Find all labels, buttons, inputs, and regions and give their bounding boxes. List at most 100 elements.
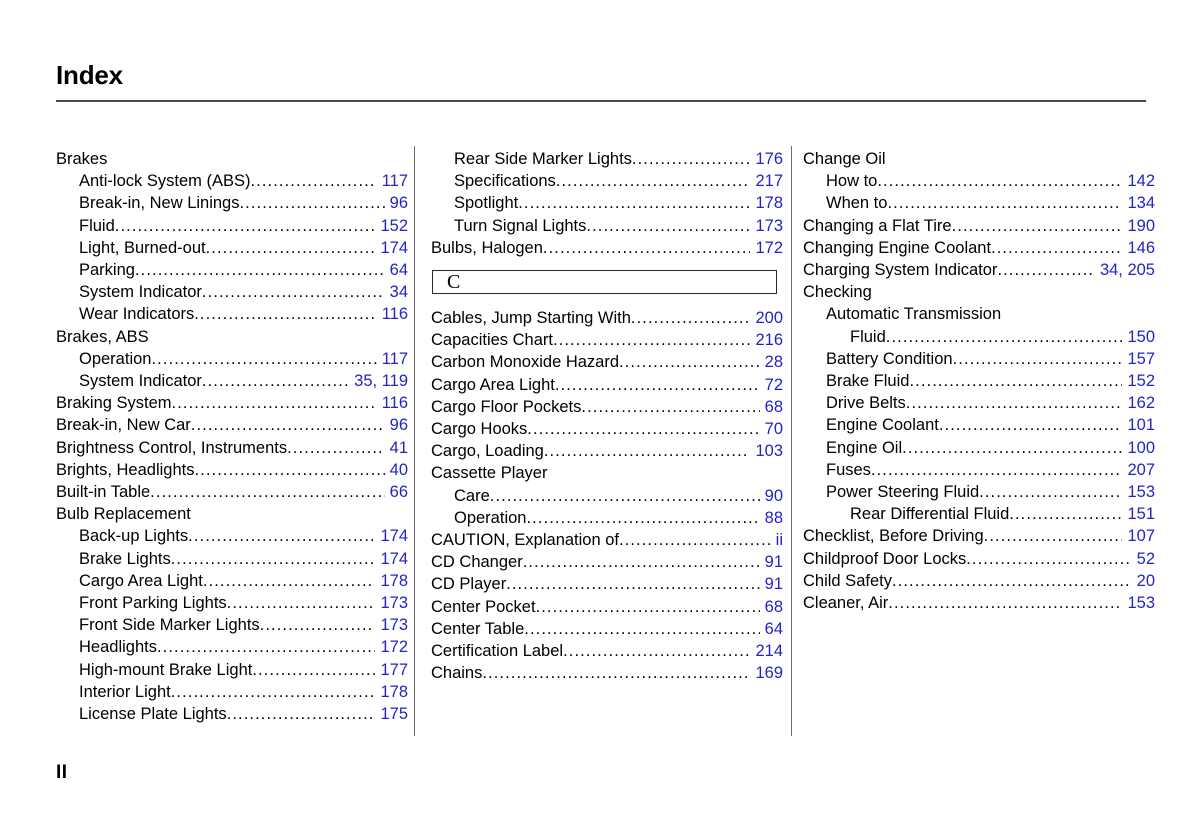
index-entry[interactable]: Childproof Door Locks...................…: [803, 548, 1155, 570]
index-entry[interactable]: Turn Signal Lights......................…: [431, 215, 783, 237]
index-entry-page-number[interactable]: 116: [378, 303, 408, 325]
index-entry-page-number[interactable]: ii: [772, 529, 783, 551]
index-entry-page-number[interactable]: 217: [751, 170, 783, 192]
index-entry[interactable]: Specifications..........................…: [431, 170, 783, 192]
index-entry-page-number[interactable]: 173: [376, 614, 408, 636]
index-entry[interactable]: Headlights..............................…: [56, 636, 408, 658]
index-entry[interactable]: Brights, Headlights.....................…: [56, 459, 408, 481]
index-entry-page-number[interactable]: 190: [1123, 215, 1155, 237]
index-entry[interactable]: Checklist, Before Driving...............…: [803, 525, 1155, 547]
index-entry[interactable]: Carbon Monoxide Hazard .................…: [431, 351, 783, 373]
index-entry-page-number[interactable]: 152: [1123, 370, 1155, 392]
index-entry[interactable]: Changing a Flat Tire ...................…: [803, 215, 1155, 237]
index-entry[interactable]: Battery Condition.......................…: [803, 348, 1155, 370]
index-entry[interactable]: Parking.................................…: [56, 259, 408, 281]
index-entry[interactable]: Bulbs, Halogen..........................…: [431, 237, 783, 259]
index-entry-page-number[interactable]: 200: [751, 307, 783, 329]
index-entry[interactable]: Cargo Hooks.............................…: [431, 418, 783, 440]
index-entry[interactable]: Brake Lights............................…: [56, 548, 408, 570]
index-entry[interactable]: Built-in Table..........................…: [56, 481, 408, 503]
index-entry[interactable]: Cargo Area Light........................…: [56, 570, 408, 592]
index-entry[interactable]: System Indicator........................…: [56, 281, 408, 303]
index-entry[interactable]: Changing Engine Coolant.................…: [803, 237, 1155, 259]
index-entry-page-number[interactable]: 66: [386, 481, 408, 503]
index-entry[interactable]: Center Pocket...........................…: [431, 596, 783, 618]
index-entry-page-number[interactable]: 174: [376, 548, 408, 570]
index-entry[interactable]: Engine Oil..............................…: [803, 437, 1155, 459]
index-entry-page-number[interactable]: 174: [376, 237, 408, 259]
index-entry[interactable]: Spotlight...............................…: [431, 192, 783, 214]
index-entry[interactable]: Break-in, New Car.......................…: [56, 414, 408, 436]
index-entry[interactable]: Engine Coolant..........................…: [803, 414, 1155, 436]
index-entry[interactable]: Light, Burned-out.......................…: [56, 237, 408, 259]
index-entry-page-number[interactable]: 96: [386, 414, 408, 436]
index-entry-page-number[interactable]: 34, 205: [1096, 259, 1155, 281]
index-entry-page-number[interactable]: 173: [376, 592, 408, 614]
index-entry-page-number[interactable]: 178: [376, 570, 408, 592]
index-entry-page-number[interactable]: 152: [376, 215, 408, 237]
index-entry[interactable]: How to..................................…: [803, 170, 1155, 192]
index-entry[interactable]: License Plate Lights....................…: [56, 703, 408, 725]
index-entry-page-number[interactable]: 35, 119: [350, 370, 408, 392]
index-entry-page-number[interactable]: 103: [751, 440, 783, 462]
index-entry-page-number[interactable]: 142: [1123, 170, 1155, 192]
index-entry[interactable]: Center Table............................…: [431, 618, 783, 640]
index-entry[interactable]: Anti-lock System (ABS)..................…: [56, 170, 408, 192]
index-entry-page-number[interactable]: 207: [1123, 459, 1155, 481]
index-entry[interactable]: Wear Indicators.........................…: [56, 303, 408, 325]
index-entry[interactable]: Front Parking Lights....................…: [56, 592, 408, 614]
index-entry[interactable]: Braking System..........................…: [56, 392, 408, 414]
index-entry-page-number[interactable]: 169: [751, 662, 783, 684]
index-entry-page-number[interactable]: 214: [751, 640, 783, 662]
index-entry-page-number[interactable]: 28: [761, 351, 783, 373]
index-entry-page-number[interactable]: 117: [378, 170, 408, 192]
index-entry-page-number[interactable]: 146: [1123, 237, 1155, 259]
index-entry-page-number[interactable]: 175: [376, 703, 408, 725]
index-entry[interactable]: CD Player...............................…: [431, 573, 783, 595]
index-entry[interactable]: Back-up Lights..........................…: [56, 525, 408, 547]
index-entry[interactable]: System Indicator........................…: [56, 370, 408, 392]
index-entry-page-number[interactable]: 178: [751, 192, 783, 214]
index-entry-page-number[interactable]: 151: [1123, 503, 1155, 525]
index-entry-page-number[interactable]: 100: [1123, 437, 1155, 459]
index-entry[interactable]: CAUTION, Explanation of.................…: [431, 529, 783, 551]
index-entry-page-number[interactable]: 157: [1123, 348, 1155, 370]
index-entry[interactable]: Drive Belts.............................…: [803, 392, 1155, 414]
index-entry[interactable]: Fuses...................................…: [803, 459, 1155, 481]
index-entry-page-number[interactable]: 174: [376, 525, 408, 547]
index-entry-page-number[interactable]: 216: [751, 329, 783, 351]
index-entry[interactable]: Break-in, New Linings...................…: [56, 192, 408, 214]
index-entry[interactable]: Cleaner, Air............................…: [803, 592, 1155, 614]
index-entry-page-number[interactable]: 117: [378, 348, 408, 370]
index-entry[interactable]: Cargo, Loading..........................…: [431, 440, 783, 462]
index-entry-page-number[interactable]: 41: [386, 437, 408, 459]
index-entry[interactable]: Power Steering Fluid....................…: [803, 481, 1155, 503]
index-entry[interactable]: Fluid...................................…: [56, 215, 408, 237]
index-entry-page-number[interactable]: 68: [761, 396, 783, 418]
index-entry-page-number[interactable]: 68: [761, 596, 783, 618]
index-entry[interactable]: Rear Side Marker Lights.................…: [431, 148, 783, 170]
index-entry[interactable]: Cargo Area Light........................…: [431, 374, 783, 396]
index-entry-page-number[interactable]: 172: [751, 237, 783, 259]
index-entry-page-number[interactable]: 34: [386, 281, 408, 303]
index-entry-page-number[interactable]: 91: [761, 573, 783, 595]
index-entry-page-number[interactable]: 172: [376, 636, 408, 658]
index-entry-page-number[interactable]: 101: [1123, 414, 1155, 436]
index-entry-page-number[interactable]: 91: [761, 551, 783, 573]
index-entry-page-number[interactable]: 107: [1123, 525, 1155, 547]
index-entry-page-number[interactable]: 64: [386, 259, 408, 281]
index-entry[interactable]: Cargo Floor Pockets.....................…: [431, 396, 783, 418]
index-entry-page-number[interactable]: 134: [1123, 192, 1155, 214]
index-entry-page-number[interactable]: 173: [751, 215, 783, 237]
index-entry-page-number[interactable]: 153: [1123, 592, 1155, 614]
index-entry-page-number[interactable]: 176: [751, 148, 783, 170]
index-entry[interactable]: Chains..................................…: [431, 662, 783, 684]
index-entry[interactable]: Child Safety............................…: [803, 570, 1155, 592]
index-entry-page-number[interactable]: 88: [761, 507, 783, 529]
index-entry[interactable]: Charging System Indicator...............…: [803, 259, 1155, 281]
index-entry[interactable]: Capacities Chart........................…: [431, 329, 783, 351]
index-entry[interactable]: When to.................................…: [803, 192, 1155, 214]
index-entry-page-number[interactable]: 116: [378, 392, 408, 414]
index-entry-page-number[interactable]: 72: [761, 374, 783, 396]
index-entry[interactable]: Cables, Jump Starting With..............…: [431, 307, 783, 329]
